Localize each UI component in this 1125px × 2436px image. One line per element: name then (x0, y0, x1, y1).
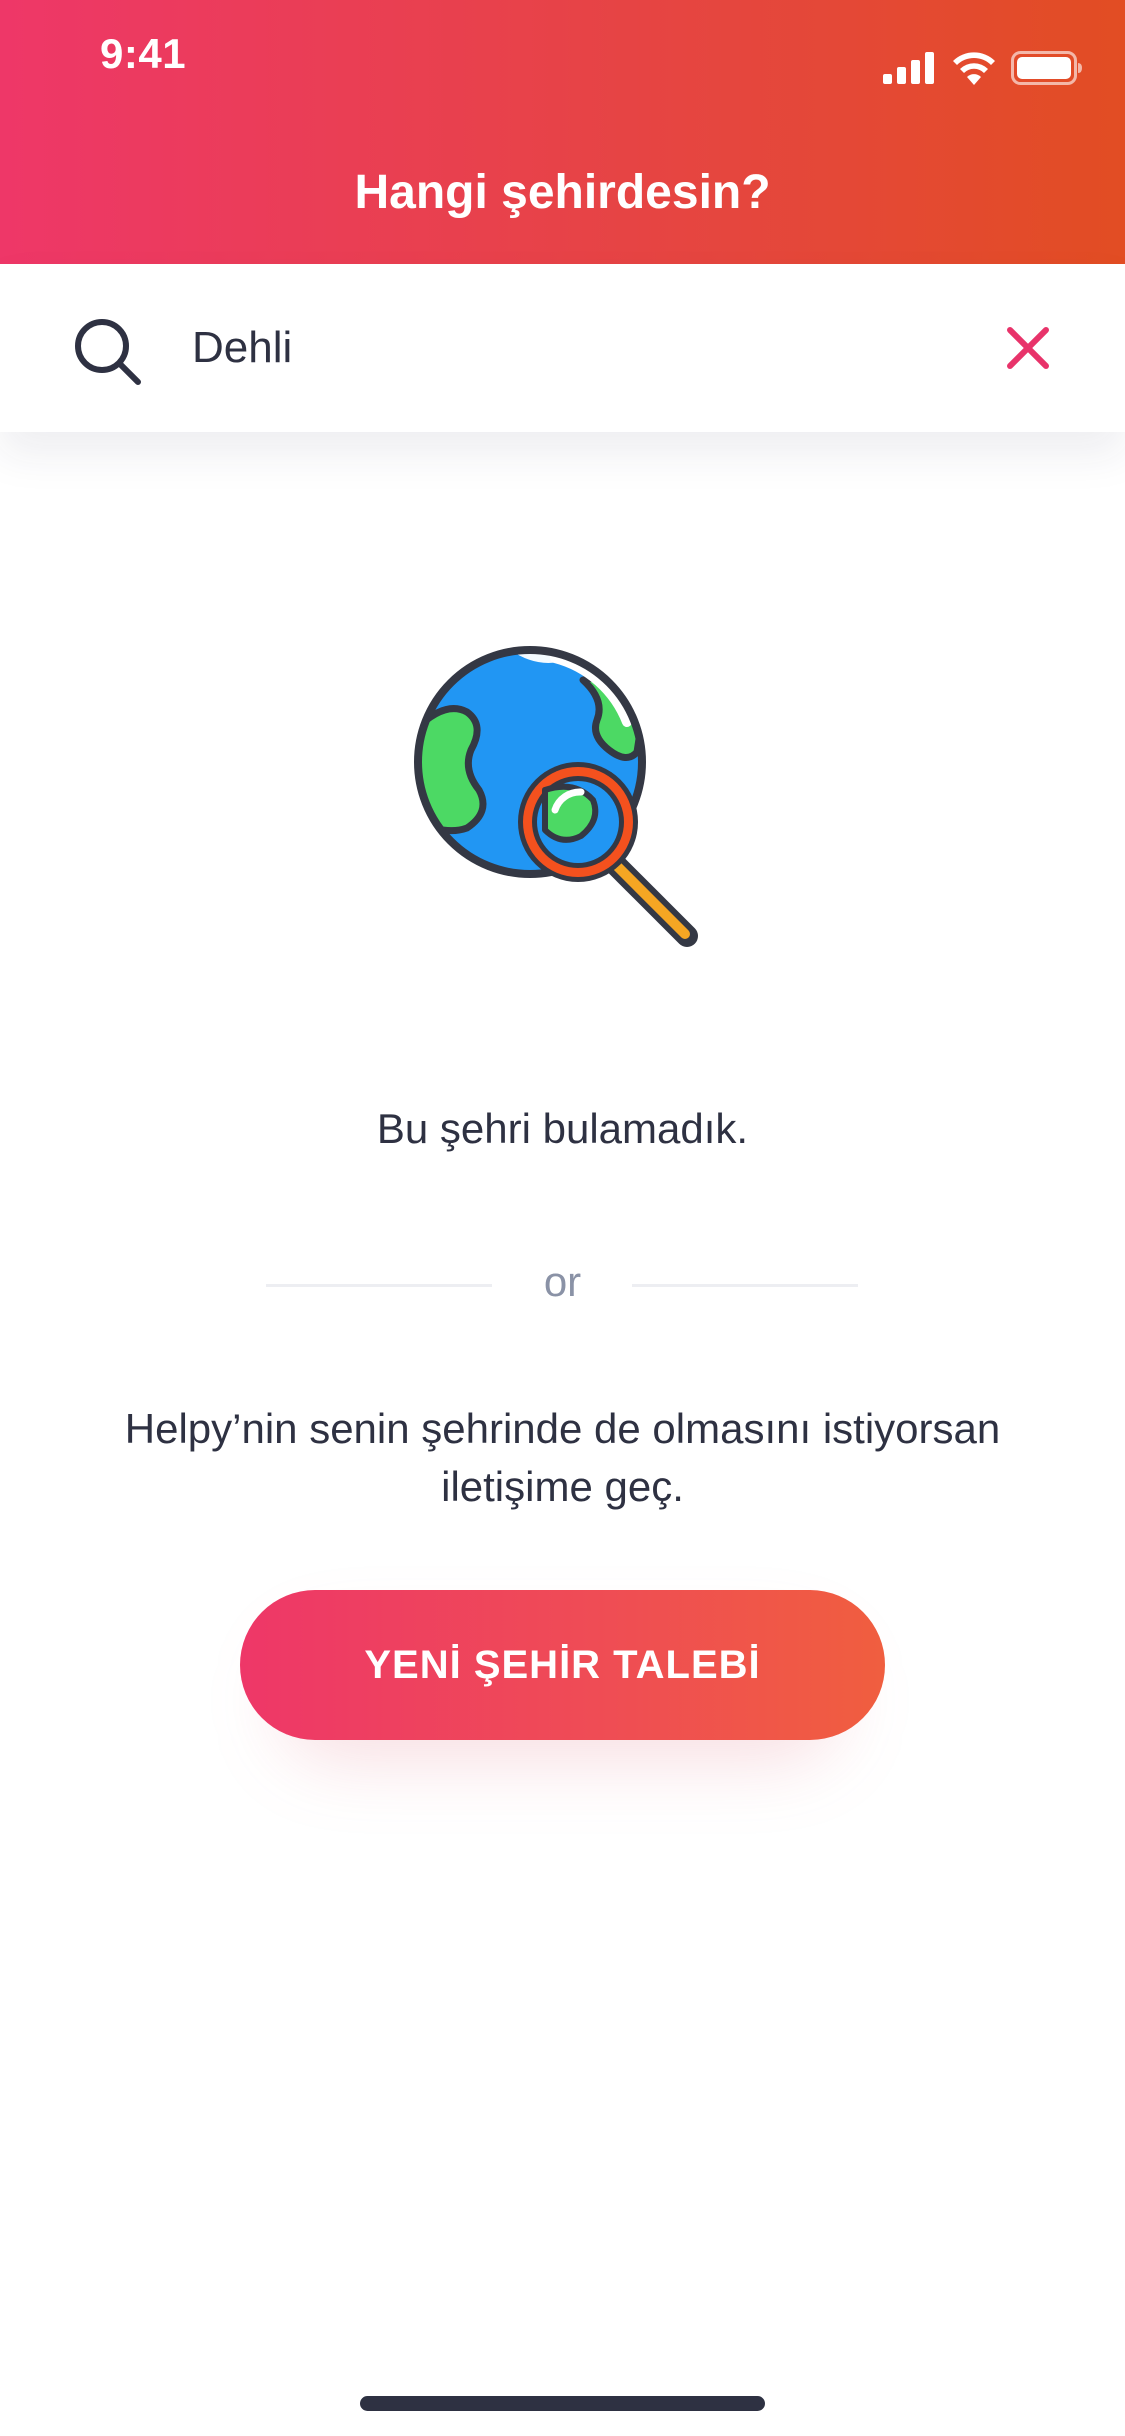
wifi-icon (953, 52, 995, 85)
city-search-screen: 9:41 Hangi şehirdesin? Dehli Bu şehri bu… (0, 0, 1125, 2436)
search-input[interactable] (192, 314, 972, 382)
contact-message: Helpy’nin senin şehrinde de olmasını ist… (124, 1405, 1001, 1510)
search-icon (75, 319, 141, 385)
signal-icon (883, 52, 934, 84)
status-time: 9:41 (100, 30, 187, 77)
page-title: Hangi şehirdesin? (354, 166, 771, 219)
search-bar (0, 264, 1125, 432)
close-icon[interactable] (1000, 320, 1056, 376)
status-icons (883, 48, 1083, 88)
divider-right (632, 1284, 858, 1287)
app-header: 9:41 Hangi şehirdesin? (0, 0, 1125, 264)
globe-magnifier-icon (414, 646, 698, 947)
divider-or-label: or (543, 1258, 582, 1305)
battery-icon (1011, 51, 1082, 85)
home-indicator[interactable] (360, 2396, 765, 2411)
new-city-request-button[interactable]: YENİ ŞEHİR TALEBİ (240, 1590, 885, 1740)
not-found-message: Bu şehri bulamadık. (376, 1105, 749, 1152)
